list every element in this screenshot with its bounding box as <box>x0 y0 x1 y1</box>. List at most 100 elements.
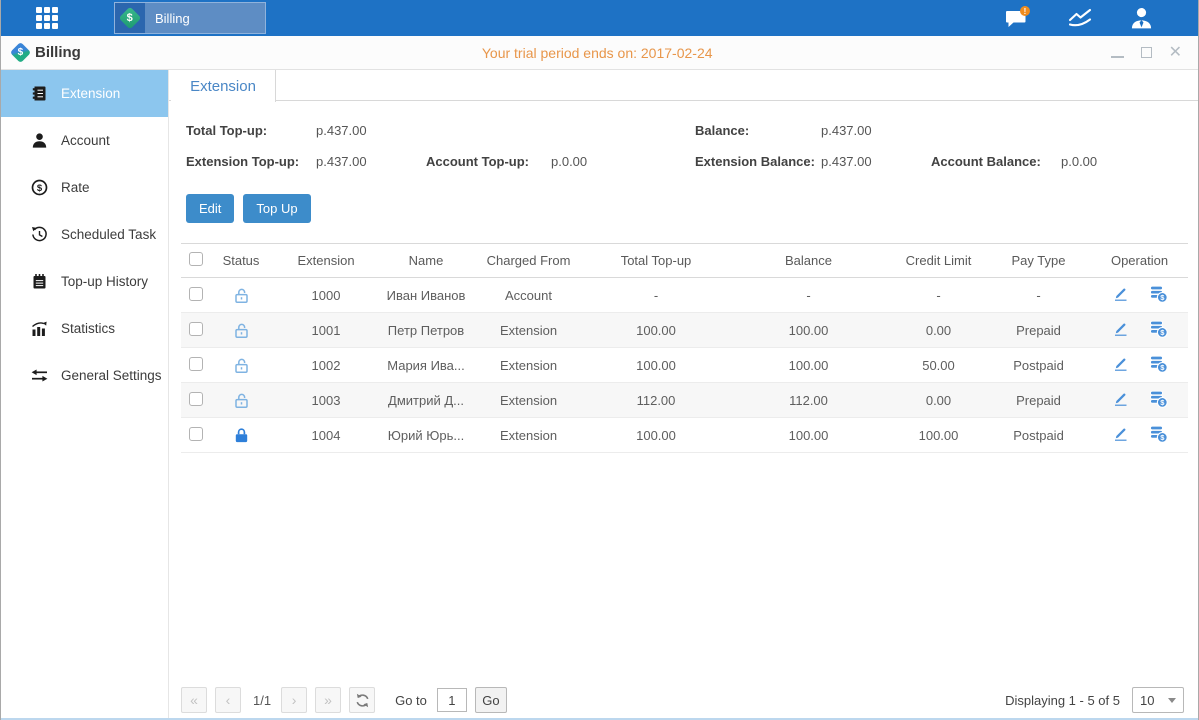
locked-icon[interactable] <box>232 426 251 445</box>
unlocked-icon[interactable] <box>232 391 251 410</box>
app-tab-billing[interactable]: $ Billing <box>114 2 266 34</box>
row-checkbox[interactable] <box>189 322 203 336</box>
apps-grid-icon[interactable] <box>36 7 72 29</box>
top-up-coins-icon[interactable]: $ <box>1149 320 1168 338</box>
table-header-row: Status Extension Name Charged From Total… <box>181 244 1188 278</box>
billing-app-icon: $ <box>10 42 31 63</box>
sidebar-item-topup-history[interactable]: Top-up History <box>1 258 168 305</box>
account-balance-value: p.0.00 <box>1061 154 1097 169</box>
edit-icon[interactable] <box>1112 320 1129 337</box>
chevron-down-icon <box>1168 698 1176 703</box>
sidebar-item-label: Scheduled Task <box>61 227 156 242</box>
balance-cell: - <box>726 278 891 313</box>
pay-type-cell: Postpaid <box>986 418 1091 453</box>
transfer-arrows-icon <box>31 367 48 384</box>
ledger-icon <box>31 85 48 102</box>
next-page-button[interactable]: › <box>281 687 307 713</box>
messages-icon[interactable]: ! <box>1004 6 1031 31</box>
statistics-chart-icon[interactable] <box>1067 7 1093 30</box>
credit-limit-cell: 50.00 <box>891 348 986 383</box>
dollar-circle-icon: $ <box>31 179 48 196</box>
col-name: Name <box>381 244 471 278</box>
charged-from-cell: Account <box>471 278 586 313</box>
row-checkbox[interactable] <box>189 357 203 371</box>
col-charged-from: Charged From <box>471 244 586 278</box>
user-account-icon[interactable] <box>1129 6 1154 31</box>
svg-text:$: $ <box>37 183 43 194</box>
extension-topup-value: p.437.00 <box>316 154 367 169</box>
pay-type-cell: Postpaid <box>986 348 1091 383</box>
goto-page-input[interactable] <box>437 688 467 712</box>
page-size-dropdown[interactable]: 10 <box>1132 687 1184 713</box>
top-up-coins-icon[interactable]: $ <box>1149 425 1168 443</box>
unlocked-icon[interactable] <box>232 286 251 305</box>
first-page-button[interactable]: « <box>181 687 207 713</box>
sidebar-item-extension[interactable]: Extension <box>1 70 168 117</box>
top-app-bar: $ Billing ! <box>1 0 1198 36</box>
account-balance-label: Account Balance: <box>931 154 1041 169</box>
prev-page-button[interactable]: ‹ <box>215 687 241 713</box>
edit-icon[interactable] <box>1112 425 1129 442</box>
row-checkbox[interactable] <box>189 427 203 441</box>
table-row: 1001 Петр Петров Extension 100.00 100.00… <box>181 313 1188 348</box>
row-checkbox[interactable] <box>189 287 203 301</box>
total-topup-cell: 100.00 <box>586 348 726 383</box>
close-button[interactable]: ✕ <box>1169 47 1182 58</box>
last-page-button[interactable]: » <box>315 687 341 713</box>
pagination-bar: « ‹ 1/1 › » Go to Go Displaying 1 - 5 of… <box>181 685 1184 715</box>
name-cell: Дмитрий Д... <box>381 383 471 418</box>
extension-cell: 1003 <box>271 383 381 418</box>
select-all-checkbox[interactable] <box>189 252 203 266</box>
minimize-button[interactable] <box>1111 47 1124 58</box>
edit-icon[interactable] <box>1112 390 1129 407</box>
top-up-coins-icon[interactable]: $ <box>1149 285 1168 303</box>
edit-icon[interactable] <box>1112 285 1129 302</box>
top-up-button[interactable]: Top Up <box>243 194 310 223</box>
maximize-button[interactable] <box>1141 47 1152 58</box>
table-row: 1004 Юрий Юрь... Extension 100.00 100.00… <box>181 418 1188 453</box>
extension-cell: 1004 <box>271 418 381 453</box>
account-topup-label: Account Top-up: <box>426 154 529 169</box>
credit-limit-cell: - <box>891 278 986 313</box>
unlocked-icon[interactable] <box>232 356 251 375</box>
sidebar-item-rate[interactable]: $ Rate <box>1 164 168 211</box>
page-size-value: 10 <box>1140 693 1154 708</box>
sidebar-item-label: Extension <box>61 86 120 101</box>
row-checkbox[interactable] <box>189 392 203 406</box>
table-body: 1000 Иван Иванов Account - - - - <box>181 278 1188 453</box>
sidebar-item-label: Account <box>61 133 110 148</box>
top-up-coins-icon[interactable]: $ <box>1149 390 1168 408</box>
tab-extension[interactable]: Extension <box>171 70 276 102</box>
sidebar-item-general-settings[interactable]: General Settings <box>1 352 168 399</box>
total-topup-label: Total Top-up: <box>186 123 267 138</box>
balance-cell: 112.00 <box>726 383 891 418</box>
edit-icon[interactable] <box>1112 355 1129 372</box>
go-button[interactable]: Go <box>475 687 507 713</box>
name-cell: Петр Петров <box>381 313 471 348</box>
credit-limit-cell: 100.00 <box>891 418 986 453</box>
charged-from-cell: Extension <box>471 418 586 453</box>
notebook-icon <box>31 273 48 290</box>
tab-strip: Extension <box>169 70 1198 101</box>
sidebar-item-statistics[interactable]: Statistics <box>1 305 168 352</box>
window-title: Billing <box>35 44 81 61</box>
sidebar: Extension Account $ Rate Scheduled Task … <box>1 70 169 720</box>
edit-button[interactable]: Edit <box>186 194 234 223</box>
sidebar-item-scheduled-task[interactable]: Scheduled Task <box>1 211 168 258</box>
sidebar-item-account[interactable]: Account <box>1 117 168 164</box>
table-row: 1002 Мария Ива... Extension 100.00 100.0… <box>181 348 1188 383</box>
top-up-coins-icon[interactable]: $ <box>1149 355 1168 373</box>
balance-value: p.437.00 <box>821 123 872 138</box>
pay-type-cell: Prepaid <box>986 383 1091 418</box>
col-pay-type: Pay Type <box>986 244 1091 278</box>
total-topup-cell: - <box>586 278 726 313</box>
col-credit-limit: Credit Limit <box>891 244 986 278</box>
refresh-button[interactable] <box>349 687 375 713</box>
unlocked-icon[interactable] <box>232 321 251 340</box>
extension-topup-label: Extension Top-up: <box>186 154 299 169</box>
sidebar-item-label: Rate <box>61 180 90 195</box>
col-total-topup: Total Top-up <box>586 244 726 278</box>
table-row: 1000 Иван Иванов Account - - - - <box>181 278 1188 313</box>
page-indicator: 1/1 <box>253 693 271 708</box>
total-topup-value: p.437.00 <box>316 123 367 138</box>
